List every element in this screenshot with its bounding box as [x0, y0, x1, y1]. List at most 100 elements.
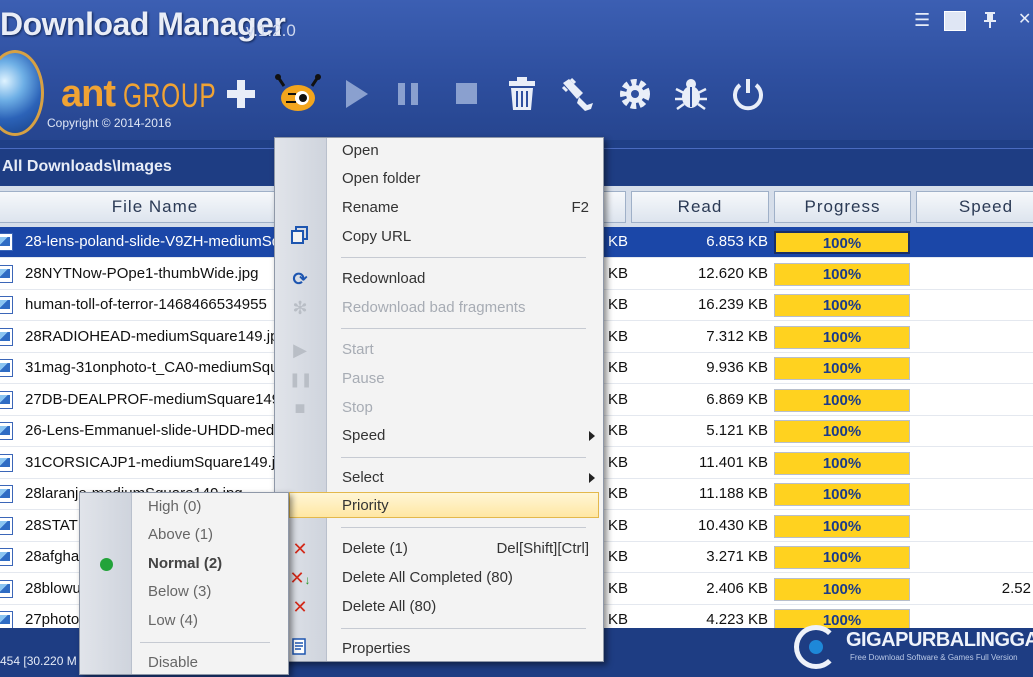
- read-cell: 6.869 KB: [706, 390, 768, 408]
- close-icon[interactable]: ✕: [1018, 10, 1031, 30]
- priority-item-disable[interactable]: Disable: [80, 650, 288, 676]
- read-cell: 11.401 KB: [699, 453, 768, 471]
- read-cell: 16.239 KB: [697, 296, 768, 313]
- priority-item-normal[interactable]: Normal (2): [80, 551, 288, 577]
- progress-text: 100%: [822, 391, 862, 409]
- app-header: Download Manager v.1.2.0 ☰ ✕ ant GROUP C…: [0, 0, 1033, 140]
- add-download-icon[interactable]: [221, 74, 261, 114]
- menu-item-pause[interactable]: ❚❚ Pause: [275, 366, 603, 392]
- speed-cell: 2.52: [1001, 579, 1031, 597]
- size-cell: KB: [608, 485, 629, 502]
- menu-item-label: Speed: [342, 427, 386, 444]
- menu-item-label: Low (4): [148, 612, 199, 629]
- progress-bar: 100%: [774, 262, 910, 286]
- menu-item-priority[interactable]: Priority: [289, 492, 599, 518]
- pause-icon[interactable]: [388, 74, 428, 114]
- image-file-icon: [0, 296, 13, 314]
- progress-text: 100%: [822, 580, 862, 598]
- size-cell: KB: [608, 390, 629, 408]
- menu-item-label: Redownload bad fragments: [342, 299, 526, 316]
- image-file-icon: [0, 548, 13, 566]
- priority-item-low[interactable]: Low (4): [80, 608, 288, 634]
- watermark-text: GIGAPURBALINGGA: [846, 629, 1033, 651]
- menu-item-start[interactable]: ▶ Start: [275, 337, 603, 363]
- ant-mascot-icon[interactable]: [274, 74, 322, 114]
- menu-item-redownload[interactable]: ⟳ Redownload: [275, 266, 603, 292]
- trash-icon[interactable]: [502, 74, 542, 114]
- bug-icon[interactable]: [671, 74, 711, 114]
- menu-separator: [341, 628, 586, 629]
- progress-bar: 100%: [774, 231, 910, 254]
- priority-submenu: High (0) Above (1) Normal (2) Below (3) …: [79, 492, 289, 675]
- read-cell: 7.312 KB: [706, 327, 768, 345]
- column-header-file-name[interactable]: File Name: [0, 191, 312, 223]
- progress-bar: 100%: [774, 514, 910, 538]
- settings-gear-icon[interactable]: [615, 74, 655, 114]
- read-cell: 10.430 KB: [697, 516, 768, 534]
- file-name-cell: 26-Lens-Emmanuel-slide-UHDD-mediumSquare: [25, 422, 275, 439]
- app-version: v.1.2.0: [246, 21, 296, 40]
- menu-item-shortcut: F2: [571, 199, 589, 216]
- play-icon[interactable]: [336, 74, 376, 114]
- progress-text: 100%: [822, 328, 862, 346]
- plugin-icon[interactable]: [558, 74, 598, 114]
- priority-item-above[interactable]: Above (1): [80, 522, 288, 548]
- column-header-speed[interactable]: Speed: [916, 191, 1033, 223]
- read-cell: 11.188 KB: [699, 485, 768, 502]
- menu-item-stop[interactable]: ■ Stop: [275, 395, 603, 421]
- copy-icon: [289, 226, 311, 248]
- fragments-icon: ✻: [292, 298, 308, 318]
- progress-text: 100%: [822, 360, 862, 377]
- menu-item-label: Normal (2): [148, 555, 223, 572]
- size-cell: KB: [608, 359, 629, 376]
- progress-bar: 100%: [774, 420, 910, 443]
- menu-item-delete-all[interactable]: ✕ Delete All (80): [275, 594, 603, 620]
- menu-item-label: High (0): [148, 498, 202, 515]
- menu-item-label: Open folder: [342, 170, 421, 187]
- menu-item-delete-all-completed[interactable]: ✕↓ Delete All Completed (80): [275, 565, 603, 591]
- progress-text: 100%: [822, 423, 862, 440]
- menu-item-delete[interactable]: ✕ Delete (1) Del[Shift][Ctrl]: [275, 536, 603, 562]
- size-cell: KB: [608, 233, 629, 250]
- file-name-cell: 27DB-DEALPROF-mediumSquare149.jpg: [25, 390, 275, 408]
- menu-item-open-folder[interactable]: Open folder: [275, 166, 603, 192]
- menu-item-rename[interactable]: Rename F2: [275, 195, 603, 221]
- menu-item-label: Stop: [342, 399, 373, 416]
- delete-all-icon: ✕: [292, 597, 308, 617]
- power-icon[interactable]: [728, 74, 768, 114]
- menu-item-shortcut: Del[Shift][Ctrl]: [496, 540, 589, 557]
- size-cell: KB: [608, 516, 629, 534]
- image-file-icon: [0, 579, 13, 598]
- layout-icon[interactable]: [944, 11, 966, 31]
- menu-icon[interactable]: ☰: [914, 10, 930, 30]
- progress-text: 100%: [822, 297, 862, 314]
- file-name-cell: human-toll-of-terror-1468466534955: [25, 296, 267, 313]
- progress-bar: 100%: [774, 546, 910, 569]
- size-cell: KB: [608, 611, 629, 628]
- menu-item-label: Copy URL: [342, 228, 412, 245]
- stop-icon[interactable]: [446, 74, 486, 114]
- progress-text: 100%: [822, 235, 862, 252]
- progress-text: 100%: [822, 517, 862, 535]
- image-file-icon: [0, 264, 13, 283]
- menu-item-copy-url[interactable]: Copy URL: [275, 224, 603, 250]
- read-cell: 3.271 KB: [706, 548, 768, 565]
- progress-text: 100%: [822, 454, 862, 472]
- menu-item-label: Below (3): [148, 583, 212, 600]
- priority-item-high[interactable]: High (0): [80, 494, 288, 520]
- menu-item-redownload-bad-fragments[interactable]: ✻ Redownload bad fragments: [275, 295, 603, 321]
- brand-logo: ant: [61, 73, 116, 115]
- menu-item-properties[interactable]: Properties: [275, 636, 603, 662]
- pin-icon[interactable]: [982, 10, 998, 32]
- file-name-cell: 31CORSICAJP1-mediumSquare149.jpg: [25, 453, 275, 471]
- file-name-cell: 31mag-31onphoto-t_CA0-mediumSquare: [25, 359, 275, 376]
- properties-icon: [289, 638, 311, 660]
- menu-item-speed[interactable]: Speed: [275, 423, 603, 449]
- column-header-read[interactable]: Read: [631, 191, 769, 223]
- menu-item-select[interactable]: Select: [275, 465, 603, 491]
- menu-item-open[interactable]: Open: [275, 138, 603, 164]
- image-file-icon: [0, 516, 13, 535]
- priority-item-below[interactable]: Below (3): [80, 579, 288, 605]
- column-header-progress[interactable]: Progress: [774, 191, 911, 223]
- image-file-icon: [0, 359, 13, 377]
